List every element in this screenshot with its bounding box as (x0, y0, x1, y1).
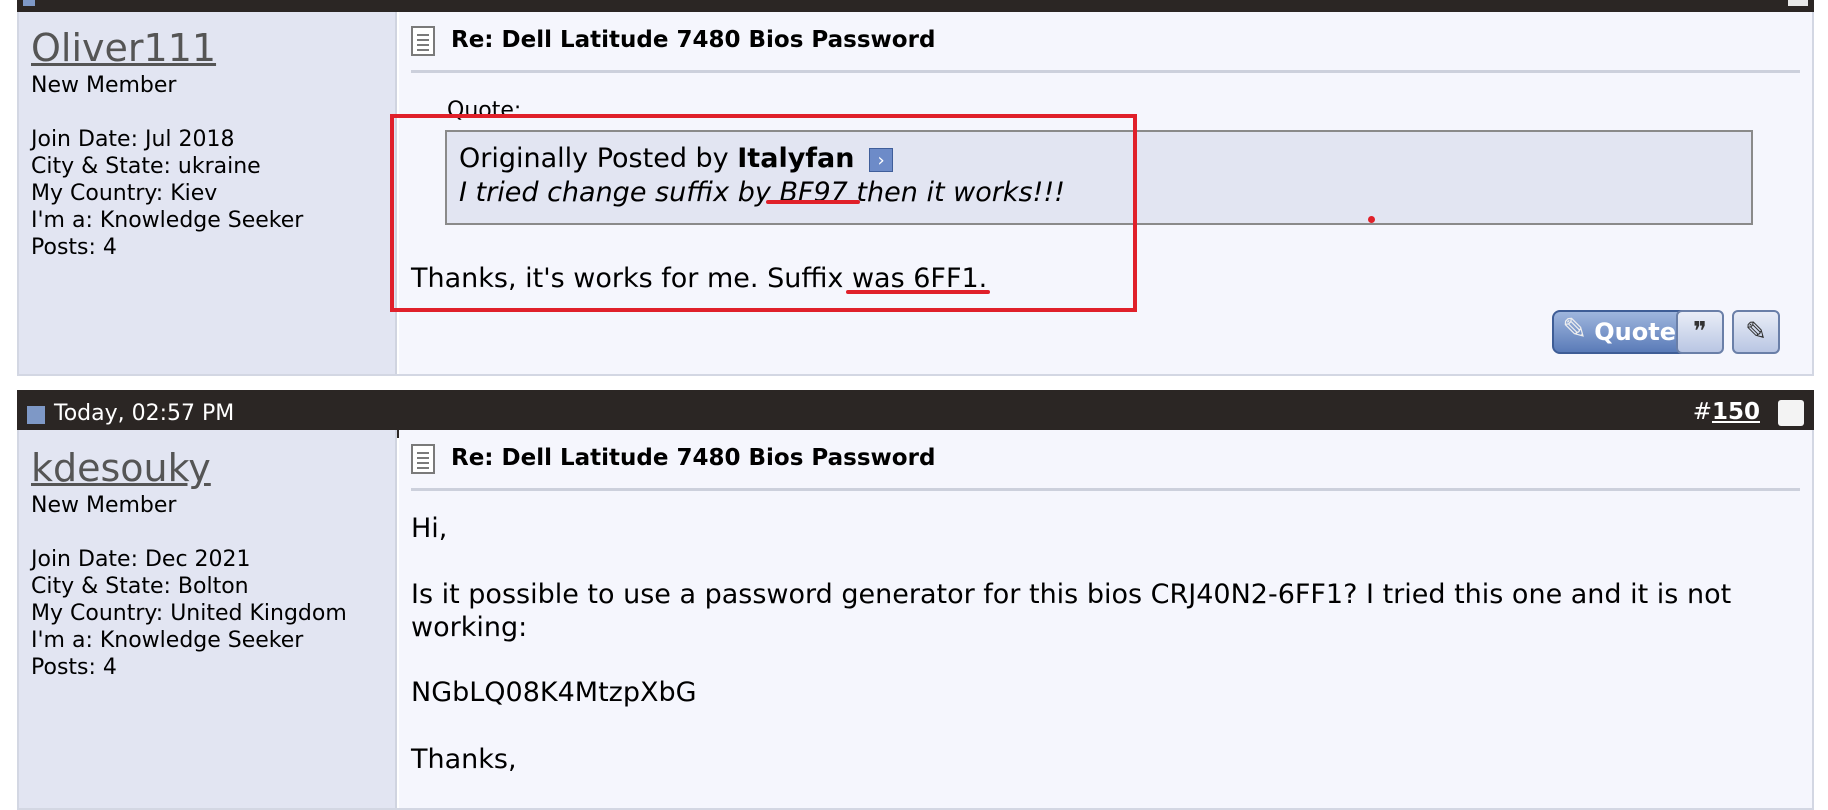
city-state: City & State: ukraine (31, 154, 261, 179)
user-title: New Member (31, 493, 177, 518)
red-dot-mark (1368, 216, 1375, 223)
post-date: Today, 02:57 PM (54, 401, 235, 426)
post-number: #150 (1692, 399, 1760, 425)
post-date-icon (27, 406, 45, 424)
document-icon (411, 26, 435, 56)
quote-box: Originally Posted by Italyfan › I tried … (445, 130, 1753, 225)
post-permalink[interactable]: 150 (1712, 399, 1760, 425)
user-info-panel: kdesouky New Member Join Date: Dec 2021 … (19, 430, 397, 808)
document-icon (411, 444, 435, 474)
country: My Country: Kiev (31, 181, 218, 206)
multi-quote-button[interactable]: ❞ (1676, 310, 1724, 354)
post-count: Posts: 4 (31, 655, 117, 680)
quote-button[interactable]: Quote (1552, 310, 1692, 354)
quote-prefix: Originally Posted by (459, 143, 729, 174)
user-details: Join Date: Dec 2021 City & State: Bolton… (31, 546, 383, 681)
user-title: New Member (31, 73, 177, 98)
quote-label: Quote: (447, 98, 522, 123)
view-post-arrow-icon[interactable]: › (869, 147, 894, 172)
post-title: Re: Dell Latitude 7480 Bios Password (451, 445, 936, 471)
post-kdesouky: kdesouky New Member Join Date: Dec 2021 … (17, 430, 1814, 810)
city-state: City & State: Bolton (31, 574, 249, 599)
post-title-row: Re: Dell Latitude 7480 Bios Password (411, 12, 1800, 73)
username-link[interactable]: kdesouky (31, 444, 383, 492)
post-content: Re: Dell Latitude 7480 Bios Password Hi,… (399, 430, 1812, 808)
user-info-panel: Oliver111 New Member Join Date: Jul 2018… (19, 12, 397, 374)
select-post-checkbox[interactable] (1778, 400, 1804, 426)
country: My Country: United Kingdom (31, 601, 347, 626)
join-date: Join Date: Dec 2021 (31, 547, 251, 572)
message-code: NGbLQ08K4MtzpXbG (411, 677, 697, 708)
quick-reply-button[interactable]: ✎ (1732, 310, 1780, 354)
message-line: working: (411, 612, 528, 643)
previous-post-header (17, 0, 1814, 12)
message-line: Is it possible to use a password generat… (411, 579, 1732, 610)
post-title-row: Re: Dell Latitude 7480 Bios Password (411, 430, 1800, 491)
user-role: I'm a: Knowledge Seeker (31, 208, 304, 233)
post-date-icon (23, 0, 35, 6)
quote-text: I tried change suffix by BF97 then it wo… (459, 177, 1065, 208)
join-date: Join Date: Jul 2018 (31, 127, 235, 152)
red-underline-bf97 (766, 200, 860, 204)
message-signoff: Thanks, (411, 744, 517, 775)
user-role: I'm a: Knowledge Seeker (31, 628, 304, 653)
username-link[interactable]: Oliver111 (31, 24, 383, 72)
quote-author: Italyfan (737, 143, 855, 174)
user-details: Join Date: Jul 2018 City & State: ukrain… (31, 126, 383, 261)
post-count: Posts: 4 (31, 235, 117, 260)
red-underline-6ff1 (846, 290, 990, 294)
message-greeting: Hi, (411, 513, 448, 544)
select-post-checkbox[interactable] (1788, 0, 1808, 6)
post-oliver111: Oliver111 New Member Join Date: Jul 2018… (17, 12, 1814, 376)
post-title: Re: Dell Latitude 7480 Bios Password (451, 27, 936, 53)
quote-attribution: Originally Posted by Italyfan › (459, 142, 1739, 176)
